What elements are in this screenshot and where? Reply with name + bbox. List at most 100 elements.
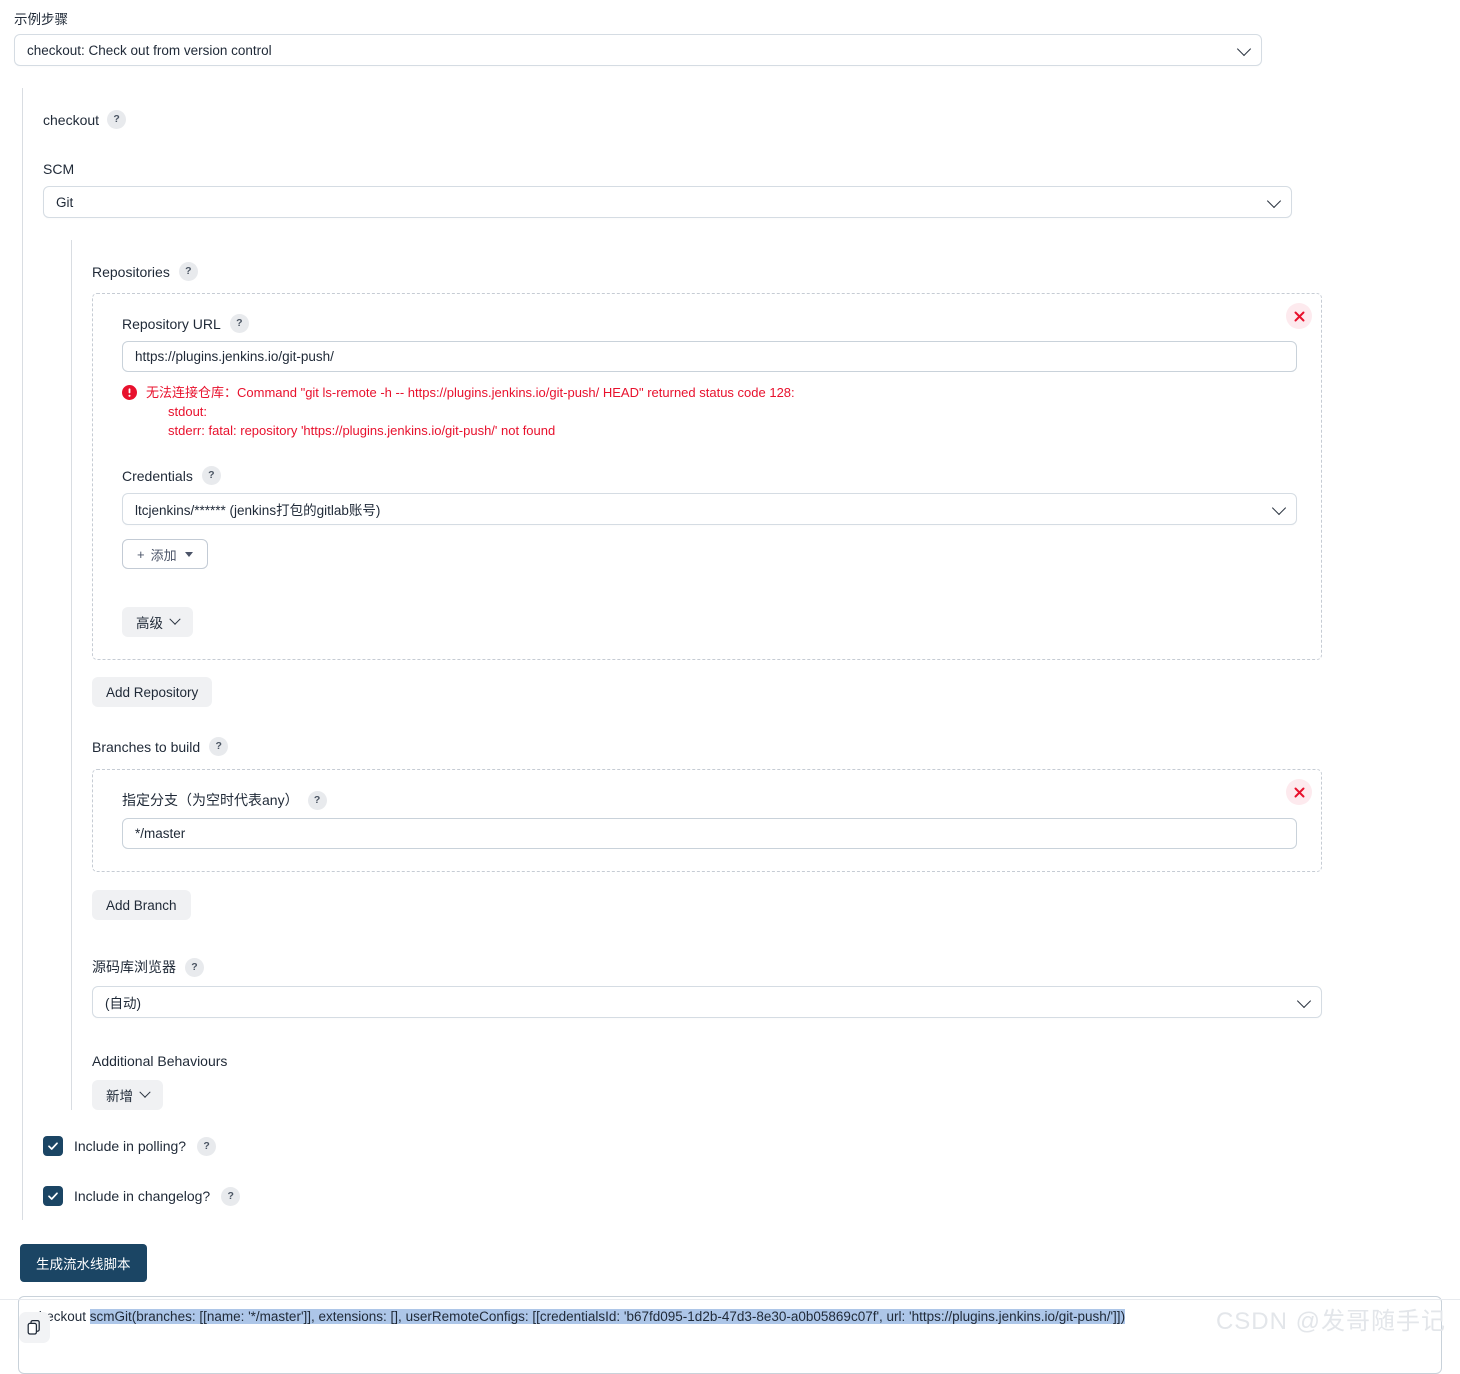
step-name-row: checkout ? bbox=[43, 110, 1460, 129]
scm-label: SCM bbox=[43, 161, 1460, 177]
add-repository-label: Add Repository bbox=[106, 684, 199, 700]
scm-value: Git bbox=[56, 194, 74, 210]
chevron-down-icon bbox=[1296, 993, 1312, 1009]
branch-spec-field: 指定分支（为空时代表any） ? bbox=[108, 790, 1299, 849]
include-in-changelog-row: Include in changelog? ? bbox=[43, 1186, 1460, 1206]
caret-down-icon bbox=[184, 551, 193, 557]
divider bbox=[0, 1299, 1460, 1300]
close-icon bbox=[1294, 311, 1304, 321]
branch-spec-label: 指定分支（为空时代表any） ? bbox=[122, 790, 1297, 810]
scm-select-wrap: Git bbox=[43, 186, 1292, 218]
include-in-changelog-checkbox[interactable] bbox=[43, 1186, 63, 1206]
chevron-down-icon bbox=[1236, 41, 1252, 57]
branch-spec-input[interactable] bbox=[122, 818, 1297, 849]
repositories-label-text: Repositories bbox=[92, 263, 170, 280]
close-icon bbox=[1294, 787, 1304, 797]
add-behaviour-label: 新增 bbox=[106, 1089, 133, 1104]
branch-entry: 指定分支（为空时代表any） ? bbox=[92, 769, 1322, 872]
repository-url-field: Repository URL ? bbox=[108, 314, 1299, 372]
chevron-down-icon bbox=[139, 1086, 151, 1098]
chevron-down-icon bbox=[169, 613, 181, 625]
sample-step-label: 示例步骤 bbox=[14, 12, 68, 27]
repository-url-label: Repository URL ? bbox=[122, 314, 1297, 333]
repository-entry: Repository URL ? 无法连接仓库：Command bbox=[92, 293, 1322, 660]
help-icon[interactable]: ? bbox=[178, 262, 198, 281]
add-repository-wrap: Add Repository bbox=[92, 677, 1460, 707]
advanced-wrap: 高级 bbox=[108, 607, 1299, 637]
repository-browser-select[interactable]: (自动) bbox=[92, 986, 1322, 1018]
repository-browser-select-wrap: (自动) bbox=[92, 986, 1322, 1018]
sample-step-select-wrap: checkout: Check out from version control bbox=[14, 34, 1262, 66]
credentials-select[interactable]: ltcjenkins/****** (jenkins打包的gitlab账号) bbox=[122, 493, 1297, 525]
add-credentials-label: 添加 bbox=[150, 547, 177, 563]
branches-label: Branches to build ? bbox=[92, 737, 1460, 756]
delete-repository-button[interactable] bbox=[1286, 303, 1312, 329]
add-branch-wrap: Add Branch bbox=[92, 890, 1460, 920]
add-repository-button[interactable]: Add Repository bbox=[92, 677, 213, 707]
check-icon bbox=[48, 1142, 58, 1150]
chevron-down-icon bbox=[1266, 193, 1282, 209]
error-line-3: stderr: fatal: repository 'https://plugi… bbox=[168, 423, 556, 438]
chevron-down-icon bbox=[1271, 500, 1287, 516]
add-credentials-button[interactable]: + 添加 bbox=[122, 539, 208, 569]
scm-label-text: SCM bbox=[43, 161, 75, 177]
advanced-label: 高级 bbox=[136, 616, 163, 631]
help-icon[interactable]: ? bbox=[229, 314, 249, 333]
repository-browser-block: 源码库浏览器 ? (自动) bbox=[92, 957, 1460, 1018]
error-icon bbox=[122, 385, 137, 440]
error-line-1: 无法连接仓库：Command "git ls-remote -h -- http… bbox=[146, 385, 795, 400]
help-icon[interactable]: ? bbox=[185, 957, 204, 977]
include-in-polling-checkbox[interactable] bbox=[43, 1136, 63, 1156]
generate-pipeline-script-button[interactable]: 生成流水线脚本 bbox=[20, 1244, 147, 1282]
include-in-polling-label: Include in polling? bbox=[74, 1138, 187, 1154]
script-selected-text: scmGit(branches: [[name: '*/master']], e… bbox=[89, 1309, 1126, 1324]
repository-error-text: 无法连接仓库：Command "git ls-remote -h -- http… bbox=[146, 383, 795, 440]
credentials-field: Credentials ? ltcjenkins/****** (jenkins… bbox=[108, 466, 1299, 569]
scm-select[interactable]: Git bbox=[43, 186, 1292, 218]
repository-error: 无法连接仓库：Command "git ls-remote -h -- http… bbox=[108, 383, 1299, 440]
scm-config-panel: Repositories ? Repository URL ? https://… bbox=[71, 240, 1460, 1110]
pipeline-syntax-generator: 示例步骤 checkout: Check out from version co… bbox=[0, 0, 1460, 1374]
add-branch-button[interactable]: Add Branch bbox=[92, 890, 191, 920]
help-icon[interactable]: ? bbox=[209, 737, 229, 756]
additional-behaviours-label-text: Additional Behaviours bbox=[92, 1053, 228, 1069]
help-icon[interactable]: ? bbox=[307, 790, 327, 810]
scm-block: SCM Git bbox=[43, 161, 1460, 218]
repository-browser-label: 源码库浏览器 ? bbox=[92, 957, 1460, 977]
watermark: CSDN @发哥随手记 bbox=[1215, 1308, 1446, 1335]
add-branch-label: Add Branch bbox=[106, 897, 177, 913]
credentials-value: ltcjenkins/****** (jenkins打包的gitlab账号) bbox=[135, 503, 381, 518]
branches-label-text: Branches to build bbox=[92, 738, 201, 755]
generate-wrap: 生成流水线脚本 bbox=[20, 1244, 1460, 1282]
sample-step-value: checkout: Check out from version control bbox=[27, 42, 272, 58]
additional-behaviours-add-wrap: 新增 bbox=[92, 1080, 1460, 1110]
add-behaviour-button[interactable]: 新增 bbox=[92, 1080, 163, 1110]
credentials-label: Credentials ? bbox=[122, 466, 1297, 485]
copy-button[interactable] bbox=[19, 1312, 50, 1343]
step-name: checkout bbox=[43, 111, 100, 128]
repositories-label: Repositories ? bbox=[92, 262, 1460, 281]
plus-icon: + bbox=[137, 546, 145, 562]
delete-branch-button[interactable] bbox=[1286, 779, 1312, 805]
advanced-button[interactable]: 高级 bbox=[122, 607, 193, 637]
help-icon[interactable]: ? bbox=[197, 1136, 217, 1156]
help-icon[interactable]: ? bbox=[221, 1186, 241, 1206]
repository-url-label-text: Repository URL bbox=[122, 315, 221, 332]
branch-spec-label-text: 指定分支（为空时代表any） bbox=[122, 792, 299, 808]
repository-url-input[interactable] bbox=[122, 341, 1297, 372]
error-line-2: stdout: bbox=[168, 404, 208, 419]
help-icon[interactable]: ? bbox=[107, 110, 127, 129]
check-icon bbox=[48, 1192, 58, 1200]
branches-block: Branches to build ? 指定分支（为空时代表any） ? */m… bbox=[92, 737, 1460, 920]
sample-step-select[interactable]: checkout: Check out from version control bbox=[14, 34, 1262, 66]
help-icon[interactable]: ? bbox=[201, 466, 221, 485]
credentials-label-text: Credentials bbox=[122, 467, 193, 484]
additional-behaviours-label: Additional Behaviours bbox=[92, 1053, 1460, 1069]
include-in-changelog-label: Include in changelog? bbox=[74, 1188, 211, 1204]
additional-behaviours-block: Additional Behaviours 新增 bbox=[92, 1053, 1460, 1110]
step-body: checkout ? SCM Git Repositories ? Reposi… bbox=[22, 88, 1460, 1120]
repository-browser-value: (自动) bbox=[105, 996, 141, 1011]
